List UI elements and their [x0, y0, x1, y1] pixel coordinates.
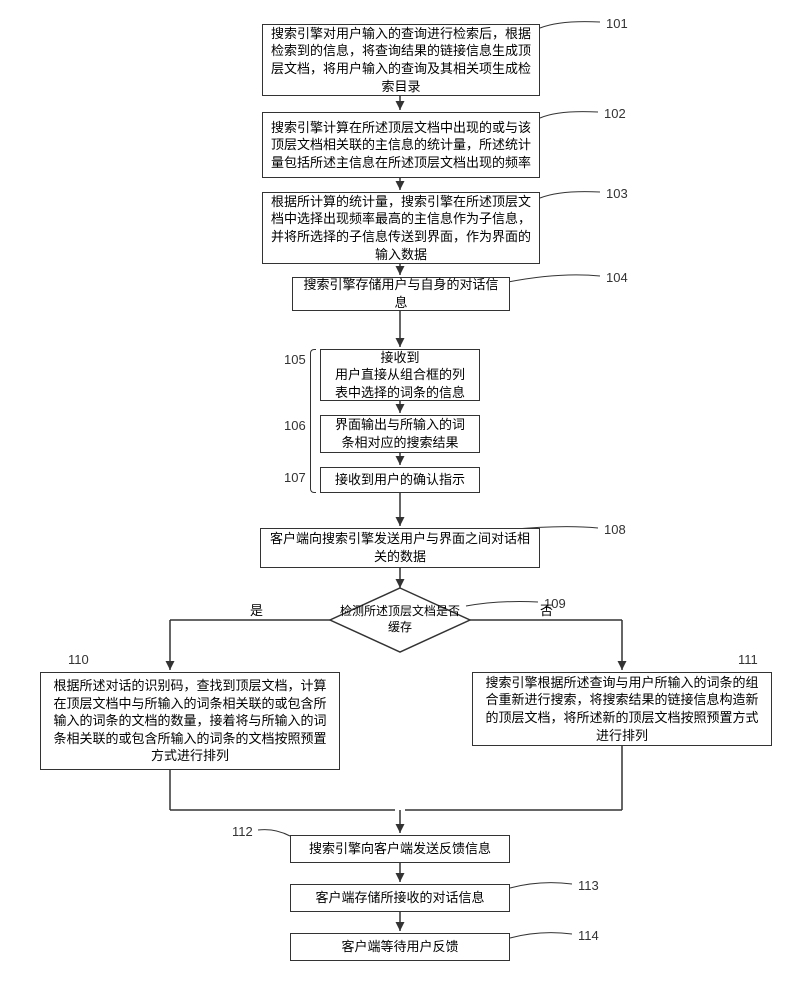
step-103: 根据所计算的统计量，搜索引擎在所述顶层文档中选择出现频率最高的主信息作为子信息，…	[262, 192, 540, 264]
step-114: 客户端等待用户反馈	[290, 933, 510, 961]
step-111-text: 搜索引擎根据所述查询与用户所输入的词条的组合重新进行搜索，将搜索结果的链接信息构…	[481, 674, 763, 744]
step-110-text: 根据所述对话的识别码，查找到顶层文档，计算在顶层文档中与所输入的词条相关联的或包…	[49, 677, 331, 765]
step-113: 客户端存储所接收的对话信息	[290, 884, 510, 912]
step-114-num: 114	[578, 928, 599, 943]
step-101-text: 搜索引擎对用户输入的查询进行检索后，根据检索到的信息，将查询结果的链接信息生成顶…	[271, 25, 531, 95]
step-110: 根据所述对话的识别码，查找到顶层文档，计算在顶层文档中与所输入的词条相关联的或包…	[40, 672, 340, 770]
step-102-num: 102	[604, 106, 626, 121]
step-114-text: 客户端等待用户反馈	[341, 938, 458, 956]
branch-yes: 是	[250, 600, 263, 619]
step-108: 客户端向搜索引擎发送用户与界面之间对话相关的数据	[260, 528, 540, 568]
step-112: 搜索引擎向客户端发送反馈信息	[290, 835, 510, 863]
step-106-num: 106	[284, 418, 306, 433]
step-103-text: 根据所计算的统计量，搜索引擎在所述顶层文档中选择出现频率最高的主信息作为子信息，…	[271, 193, 531, 263]
step-107-text: 接收到用户的确认指示	[335, 471, 465, 489]
step-103-num: 103	[606, 186, 628, 201]
step-107: 接收到用户的确认指示	[320, 467, 480, 493]
group-bracket	[310, 349, 316, 493]
step-111-num: 111	[738, 652, 758, 667]
step-102: 搜索引擎计算在所述顶层文档中出现的或与该顶层文档相关联的主信息的统计量，所述统计…	[262, 112, 540, 178]
step-104-text: 搜索引擎存储用户与自身的对话信息	[301, 276, 501, 311]
step-105-text: 接收到 用户直接从组合框的列表中选择的词条的信息	[329, 349, 471, 402]
step-105: 接收到 用户直接从组合框的列表中选择的词条的信息	[320, 349, 480, 401]
step-104-num: 104	[606, 270, 628, 285]
step-101: 搜索引擎对用户输入的查询进行检索后，根据检索到的信息，将查询结果的链接信息生成顶…	[262, 24, 540, 96]
step-110-num: 110	[68, 652, 89, 667]
step-104: 搜索引擎存储用户与自身的对话信息	[292, 277, 510, 311]
decision-109-text: 检测所述顶层文档是否缓存	[340, 604, 460, 634]
step-113-text: 客户端存储所接收的对话信息	[315, 889, 484, 907]
step-105-num: 105	[284, 352, 306, 367]
step-113-num: 113	[578, 878, 599, 893]
step-101-num: 101	[606, 16, 628, 31]
step-111: 搜索引擎根据所述查询与用户所输入的词条的组合重新进行搜索，将搜索结果的链接信息构…	[472, 672, 772, 746]
step-106-text: 界面输出与所输入的词条相对应的搜索结果	[329, 416, 471, 451]
branch-no: 否	[540, 600, 553, 619]
step-112-text: 搜索引擎向客户端发送反馈信息	[309, 840, 491, 858]
step-108-num: 108	[604, 522, 626, 537]
step-112-num: 112	[232, 824, 253, 839]
step-106: 界面输出与所输入的词条相对应的搜索结果	[320, 415, 480, 453]
step-107-num: 107	[284, 470, 306, 485]
step-108-text: 客户端向搜索引擎发送用户与界面之间对话相关的数据	[269, 530, 531, 565]
step-102-text: 搜索引擎计算在所述顶层文档中出现的或与该顶层文档相关联的主信息的统计量，所述统计…	[271, 119, 531, 172]
decision-109: 检测所述顶层文档是否缓存	[340, 604, 460, 635]
